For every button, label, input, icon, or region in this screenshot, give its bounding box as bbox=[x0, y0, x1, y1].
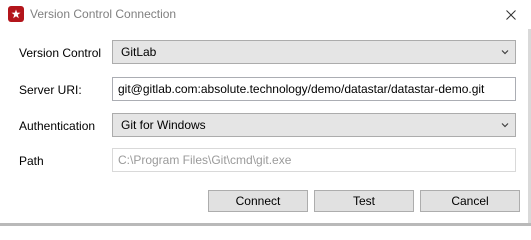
server-uri-label: Server URI: bbox=[19, 83, 82, 97]
app-logo-icon bbox=[8, 6, 24, 22]
server-uri-value: git@gitlab.com:absolute.technology/demo/… bbox=[118, 82, 485, 96]
connect-button[interactable]: Connect bbox=[208, 190, 308, 212]
window-title: Version Control Connection bbox=[30, 7, 177, 21]
version-control-value: GitLab bbox=[121, 45, 157, 59]
dialog-window: Version Control Connection Version Contr… bbox=[0, 0, 531, 226]
window-bottom-edge bbox=[0, 223, 531, 226]
path-field[interactable]: C:\Program Files\Git\cmd\git.exe bbox=[112, 148, 516, 172]
close-button[interactable] bbox=[491, 0, 531, 29]
path-placeholder: C:\Program Files\Git\cmd\git.exe bbox=[118, 153, 292, 167]
authentication-select[interactable]: Git for Windows bbox=[112, 113, 516, 137]
test-button[interactable]: Test bbox=[314, 190, 414, 212]
title-bar: Version Control Connection bbox=[0, 0, 531, 29]
chevron-down-icon bbox=[501, 50, 509, 55]
version-control-label: Version Control bbox=[19, 46, 102, 60]
cancel-button[interactable]: Cancel bbox=[420, 190, 520, 212]
path-label: Path bbox=[19, 154, 44, 168]
authentication-label: Authentication bbox=[19, 119, 96, 133]
server-uri-field[interactable]: git@gitlab.com:absolute.technology/demo/… bbox=[112, 77, 516, 101]
chevron-down-icon bbox=[501, 123, 509, 128]
authentication-value: Git for Windows bbox=[121, 118, 206, 132]
close-icon bbox=[506, 9, 516, 20]
version-control-select[interactable]: GitLab bbox=[112, 40, 516, 64]
